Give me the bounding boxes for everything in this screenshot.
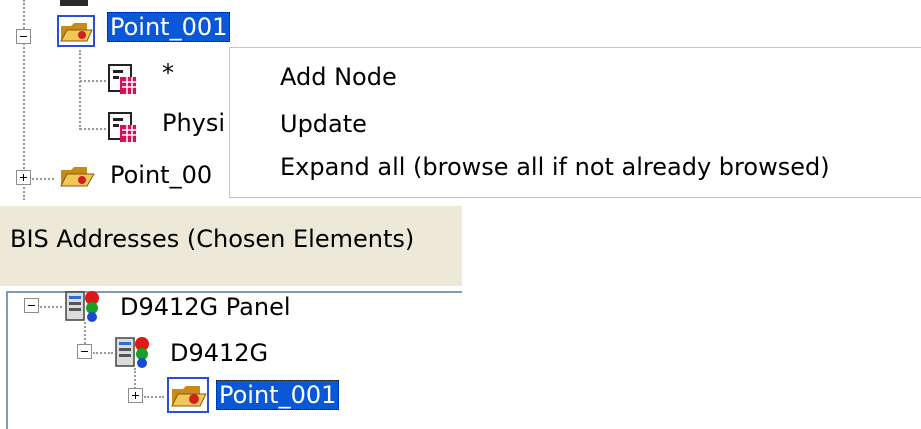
panel-title: BIS Addresses (Chosen Elements) [10,225,415,253]
expand-toggle[interactable] [16,170,31,185]
menu-item-update[interactable]: Update [280,109,367,139]
tree-connector [40,306,62,308]
menu-item-add-node[interactable]: Add Node [280,62,397,92]
tree-node-label[interactable]: D9412G Panel [120,292,291,322]
collapse-toggle[interactable] [77,344,92,359]
open-folder-icon [60,167,95,187]
context-menu: Add Node Update Expand all (browse all i… [229,47,921,198]
tree-connector [80,80,106,82]
collapse-toggle[interactable] [24,298,39,313]
tree-node-label[interactable]: Physi [162,108,225,138]
tree-node-label[interactable]: * [162,58,174,88]
panel-device-icon [115,337,149,368]
tree-connector [80,128,106,130]
bis-panel-header: BIS Addresses (Chosen Elements) [0,206,462,286]
collapse-toggle[interactable] [16,29,31,44]
table-icon [108,64,136,94]
tree-connector [144,396,164,398]
tree-node-label[interactable]: Point_00 [110,160,212,190]
tree-node-label[interactable]: Point_001 [216,380,340,410]
tree-node-label[interactable]: Point_001 [107,12,231,42]
menu-item-expand-all[interactable]: Expand all (browse all if not already br… [280,152,830,182]
expand-toggle[interactable] [128,388,143,403]
panel-device-icon [65,291,99,322]
tree-connector [32,178,54,180]
table-icon [108,112,136,142]
tree-connector [93,352,113,354]
tree-icon-partial [60,0,88,6]
tree-connector [79,50,81,130]
tree-node-label[interactable]: D9412G [170,338,268,368]
open-folder-icon [57,15,95,47]
open-folder-icon [167,377,209,413]
